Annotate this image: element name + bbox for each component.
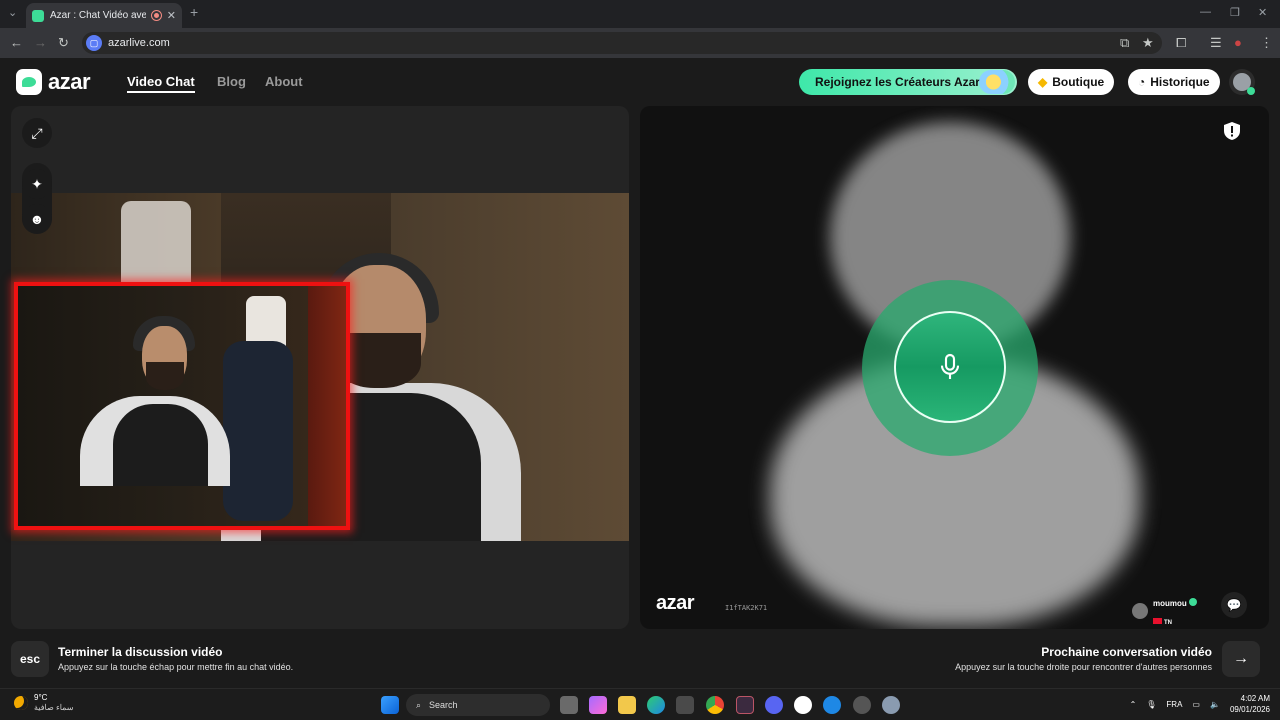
end-chat-hint: Appuyez sur la touche échap pour mettre … [58,662,294,672]
report-shield-icon[interactable] [1223,121,1241,141]
search-icon: ⌕ [416,699,422,710]
app-icon[interactable] [736,696,754,714]
tab-list-icon[interactable]: ⌄ [8,6,17,19]
app3-icon[interactable] [823,696,841,714]
shop-button[interactable]: ◆ Boutique [1028,69,1115,95]
settings-gear-icon[interactable] [882,696,900,714]
nav-about[interactable]: About [265,74,303,89]
clock-time: 4:02 AM [1240,694,1270,703]
menu-icon[interactable]: ⋮ [1260,35,1273,51]
store-icon[interactable] [676,696,694,714]
partner-name: moumou [1153,599,1187,608]
history-button[interactable]: ◔ Historique [1128,69,1220,95]
app2-icon[interactable] [794,696,812,714]
end-chat-esc-button[interactable]: esc [11,641,49,677]
reading-list-icon[interactable]: ☰ [1210,35,1222,51]
clock-icon: ◔ [1138,75,1146,89]
extensions-icon[interactable]: ⧠ [1176,35,1186,51]
tab-title: Azar : Chat Vidéo avec de n [50,10,146,21]
azar-logo[interactable]: azar [16,69,91,95]
microphone-tray-icon[interactable]: 🎙 [1146,700,1156,709]
clock[interactable]: 4:02 AM 09/01/2026 [1230,693,1270,715]
tray-chevron-icon[interactable]: ⌃ [1130,700,1137,709]
weather-widget[interactable]: 9°C سماء صافية [14,693,74,713]
reload-icon[interactable]: ↻ [58,35,69,51]
clock-date: 09/01/2026 [1229,705,1270,714]
azar-watermark: azar [656,592,695,614]
url-text: azarlive.com [108,37,170,49]
next-chat-title: Prochaine conversation vidéo [1041,645,1212,659]
end-chat-title: Terminer la discussion vidéo [58,645,223,659]
input-language[interactable]: FRA [1166,700,1182,709]
user-avatar-button[interactable] [1229,69,1255,95]
expand-icon[interactable]: ⤢ [22,118,52,148]
file-explorer-icon[interactable] [618,696,636,714]
windows-taskbar: 9°C سماء صافية ⌕ Search ⌃ 🎙 FRA ▭ 🔈 4:02… [0,688,1280,720]
creators-badge-icon [979,70,1015,94]
microphone-icon [940,353,960,379]
chat-bubble-icon[interactable]: 💬 [1221,592,1247,618]
tunisia-flag-icon [1153,618,1162,624]
join-creators-button[interactable]: Rejoignez les Créateurs Azar [799,69,1017,95]
next-chat-arrow-button[interactable]: → [1222,641,1260,677]
restore-icon[interactable]: ❐ [1230,6,1240,19]
chrome-icon[interactable] [706,696,724,714]
browser-toolbar: ← → ↻ ▢ azarlive.com ⧉ ★ ⧠ ☰ ● ⋮ [0,28,1280,58]
task-view-icon[interactable] [560,696,578,714]
bookmark-star-icon[interactable]: ★ [1142,35,1154,51]
close-window-icon[interactable]: ✕ [1258,6,1267,19]
new-tab-button[interactable]: + [190,4,198,20]
search-label: Search [429,700,458,710]
weather-desc: سماء صافية [34,703,74,712]
taskbar-search[interactable]: ⌕ Search [406,694,550,716]
logo-text: azar [48,69,91,94]
address-bar[interactable]: ▢ azarlive.com [82,32,1162,54]
copilot-icon[interactable] [589,696,607,714]
verified-icon [1188,598,1197,606]
edge-icon[interactable] [647,696,665,714]
sparkle-effects-icon[interactable]: ✦ [22,169,52,199]
discord-icon[interactable] [765,696,783,714]
moon-weather-icon [14,696,28,710]
back-icon[interactable]: ← [10,35,23,50]
azar-logo-icon [16,69,42,95]
cast-icon[interactable]: ⧉ [1120,35,1129,51]
profile-icon[interactable]: ● [1234,35,1242,50]
minimize-icon[interactable]: — [1200,6,1211,18]
start-icon[interactable] [381,696,399,714]
system-tray: ⌃ 🎙 FRA ▭ 🔈 4:02 AM 09/01/2026 [1130,693,1270,715]
recording-indicator-icon [151,11,161,20]
azar-favicon-icon [32,9,44,22]
nav-blog[interactable]: Blog [217,74,246,89]
join-creators-label: Rejoignez les Créateurs Azar [815,75,980,89]
face-filter-icon[interactable]: ☻ [22,204,52,234]
weather-temp: 9°C [34,693,48,702]
azar-app: azar Video Chat Blog About Rejoignez les… [0,58,1280,688]
next-chat-hint: Appuyez sur la touche droite pour rencon… [955,662,1212,672]
browser-tab[interactable]: Azar : Chat Vidéo avec de n ✕ [26,3,182,28]
close-tab-icon[interactable]: ✕ [167,9,176,22]
shop-label: Boutique [1052,75,1105,89]
partner-info[interactable]: moumou TN [1132,593,1197,629]
partner-video-panel: azar I1fTAK2K71 moumou TN 💬 [640,106,1269,629]
online-status-dot [1247,87,1255,95]
github-icon[interactable] [853,696,871,714]
microphone-button[interactable] [894,311,1006,423]
picture-in-picture-video[interactable] [14,282,350,530]
partner-country: TN [1164,620,1172,626]
browser-tab-strip: ⌄ Azar : Chat Vidéo avec de n ✕ + — ❐ ✕ [0,0,1280,28]
diamond-icon: ◆ [1038,75,1048,89]
volume-icon[interactable]: 🔈 [1210,700,1220,709]
history-label: Historique [1150,75,1210,89]
partner-id: I1fTAK2K71 [725,604,768,612]
forward-icon[interactable]: → [34,35,47,50]
nav-video-chat[interactable]: Video Chat [127,74,195,93]
site-info-icon[interactable]: ▢ [86,35,102,51]
network-icon[interactable]: ▭ [1192,700,1200,709]
partner-avatar [1132,603,1148,619]
